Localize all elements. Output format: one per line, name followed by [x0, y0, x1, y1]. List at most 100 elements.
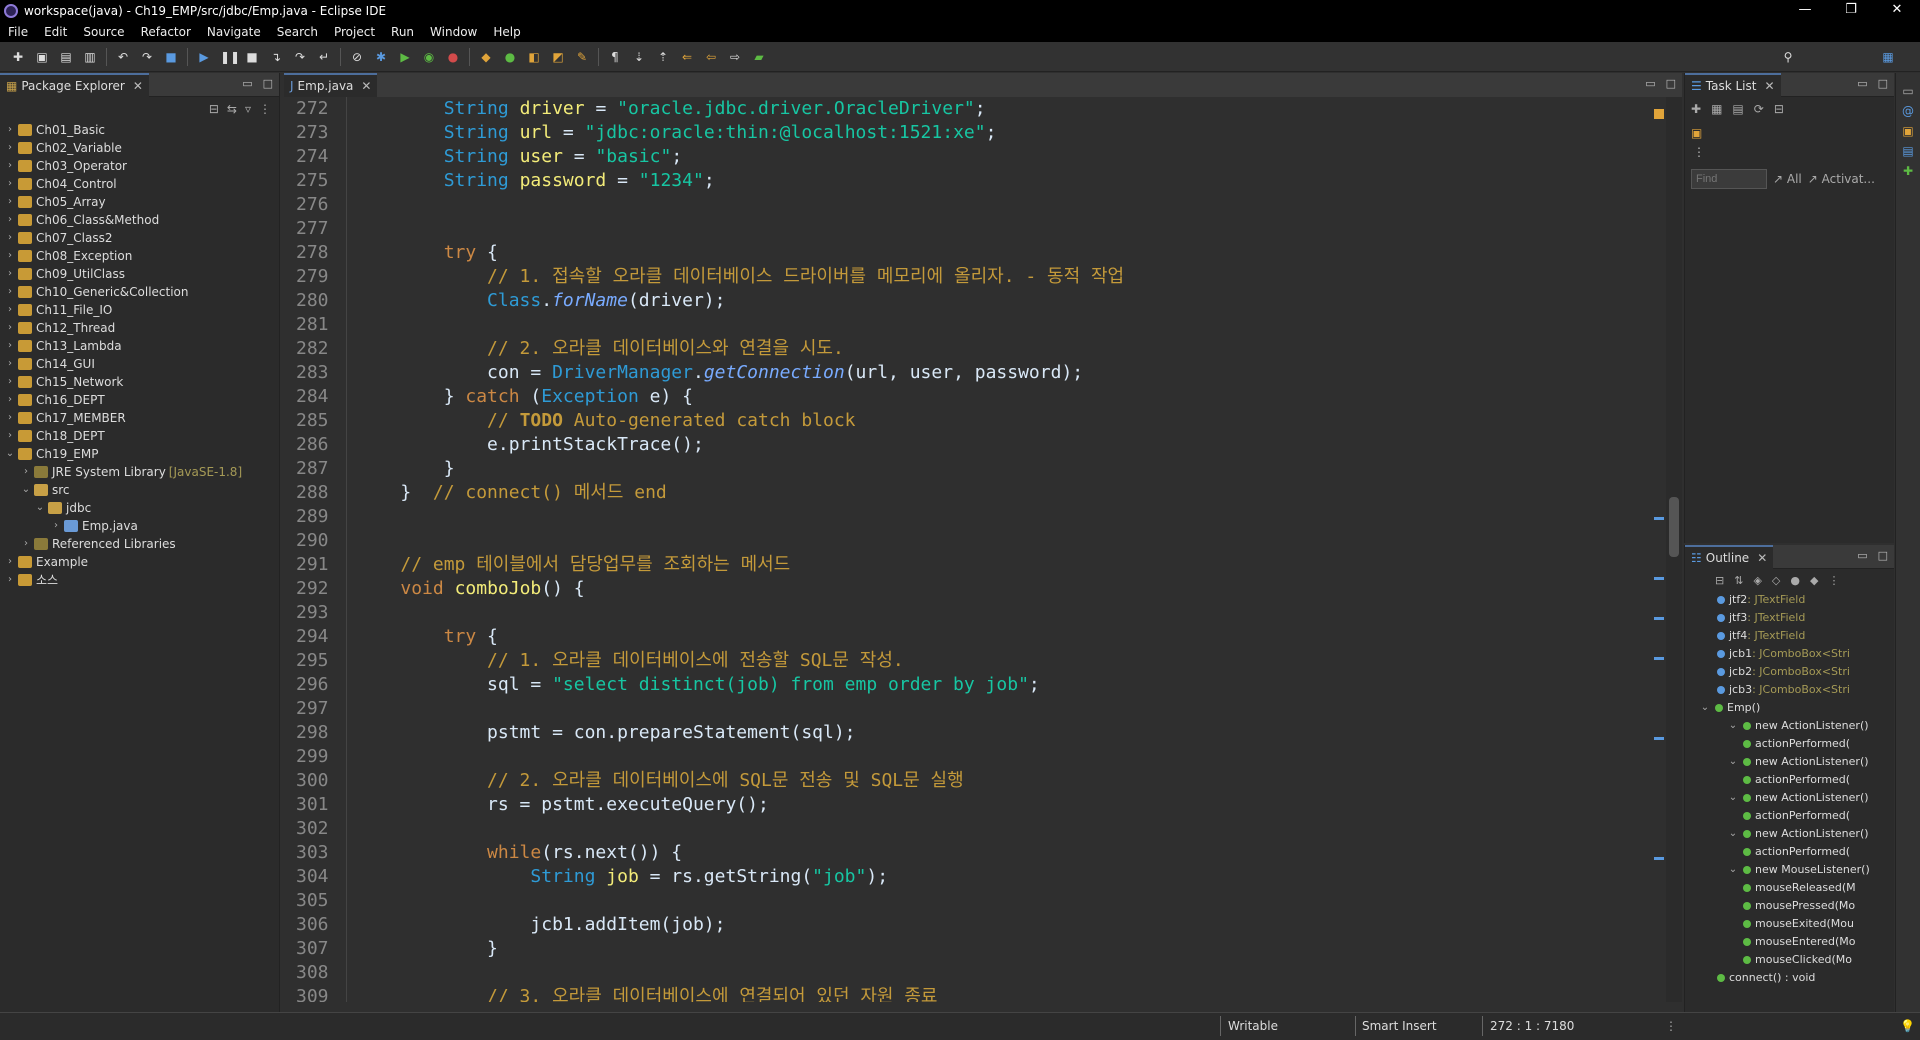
new-class-icon[interactable]: ● — [502, 49, 518, 65]
code-line[interactable]: 286 e.printStackTrace(); — [284, 433, 1654, 457]
run-icon[interactable]: ▶ — [397, 49, 413, 65]
chevron-right-icon[interactable]: › — [4, 373, 16, 391]
maximize-button[interactable]: ❐ — [1828, 0, 1874, 22]
back-icon[interactable]: ⇦ — [703, 49, 719, 65]
tree-item-project[interactable]: › Ch18_DEPT — [4, 427, 279, 445]
tree-item-project[interactable]: › Ch08_Exception — [4, 247, 279, 265]
code-line[interactable]: 298 pstmt = con.prepareStatement(sql); — [284, 721, 1654, 745]
code-text[interactable]: // 2. 오라클 데이터베이스에 SQL문 전송 및 SQL문 실행 — [347, 769, 964, 793]
tree-item-package[interactable]: ⌄ jdbc — [4, 499, 279, 517]
last-edit-icon[interactable]: ⇐ — [679, 49, 695, 65]
coverage-icon[interactable]: ◉ — [421, 49, 437, 65]
search-tool-icon[interactable]: ✎ — [574, 49, 590, 65]
close-icon[interactable]: ✕ — [1757, 551, 1767, 565]
outline-item[interactable]: connect() : void — [1689, 969, 1894, 987]
tree-item-project[interactable]: › Ch02_Variable — [4, 139, 279, 157]
tree-item-project[interactable]: › 소스 — [4, 571, 279, 589]
categorized-icon[interactable]: ▦ — [1711, 102, 1722, 116]
chevron-right-icon[interactable]: › — [50, 517, 62, 535]
chevron-right-icon[interactable]: › — [4, 247, 16, 265]
outline-item[interactable]: actionPerformed( — [1689, 735, 1894, 753]
code-line[interactable]: 307 } — [284, 937, 1654, 961]
chevron-right-icon[interactable]: › — [4, 193, 16, 211]
code-text[interactable]: Class.forName(driver); — [347, 289, 725, 313]
forward-icon[interactable]: ⇨ — [727, 49, 743, 65]
hide-static-icon[interactable]: ◇ — [1772, 574, 1780, 587]
restore-icon[interactable]: ▭ — [1896, 81, 1920, 101]
code-line[interactable]: 290 — [284, 529, 1654, 553]
code-text[interactable]: sql = "select distinct(job) from emp ord… — [347, 673, 1040, 697]
code-line[interactable]: 306 jcb1.addItem(job); — [284, 913, 1654, 937]
step-into-icon[interactable]: ↴ — [268, 49, 284, 65]
tree-item-project[interactable]: › Ch09_UtilClass — [4, 265, 279, 283]
code-line[interactable]: 285 // TODO Auto-generated catch block — [284, 409, 1654, 433]
code-text[interactable]: } — [347, 937, 498, 961]
tree-item-project[interactable]: › Ch01_Basic — [4, 121, 279, 139]
code-text[interactable]: } — [347, 457, 455, 481]
view-menu-icon[interactable]: ⋮ — [259, 102, 271, 116]
code-line[interactable]: 304 String job = rs.getString("job"); — [284, 865, 1654, 889]
tree-item-project[interactable]: › Ch05_Array — [4, 193, 279, 211]
open-icon[interactable]: ▣ — [34, 49, 50, 65]
vertical-scrollbar[interactable] — [1666, 97, 1682, 1002]
console-icon[interactable]: ▤ — [1896, 141, 1920, 161]
close-icon[interactable]: ✕ — [1764, 79, 1774, 93]
outline-item[interactable]: actionPerformed( — [1689, 771, 1894, 789]
menu-source[interactable]: Source — [75, 25, 132, 39]
tree-item-jre[interactable]: › JRE System Library [JavaSE-1.8] — [4, 463, 279, 481]
all-link[interactable]: ↗ All — [1773, 172, 1802, 186]
maximize-icon[interactable]: □ — [263, 77, 273, 90]
sort-icon[interactable]: ⇅ — [1734, 574, 1743, 587]
chevron-down-icon[interactable]: ⌄ — [1727, 717, 1739, 735]
sync-icon[interactable]: ⟳ — [1754, 102, 1764, 116]
code-line[interactable]: 305 — [284, 889, 1654, 913]
outline-item[interactable]: jtf2 : JTextField — [1689, 591, 1894, 609]
code-line[interactable]: 278 try { — [284, 241, 1654, 265]
occurrence-marker[interactable] — [1654, 737, 1664, 740]
next-annotation-icon[interactable]: ⇣ — [631, 49, 647, 65]
activate-link[interactable]: ↗ Activat... — [1808, 172, 1875, 186]
occurrence-marker[interactable] — [1654, 577, 1664, 580]
perspective-icon[interactable]: ▦ — [1880, 49, 1896, 65]
code-text[interactable]: while(rs.next()) { — [347, 841, 682, 865]
code-line[interactable]: 282 // 2. 오라클 데이터베이스와 연결을 시도. — [284, 337, 1654, 361]
code-line[interactable]: 272 String driver = "oracle.jdbc.driver.… — [284, 97, 1654, 121]
occurrence-marker[interactable] — [1654, 857, 1664, 860]
chevron-down-icon[interactable]: ⌄ — [1727, 789, 1739, 807]
chevron-down-icon[interactable]: ⌄ — [1727, 753, 1739, 771]
chevron-right-icon[interactable]: › — [4, 337, 16, 355]
code-text[interactable]: String user = "basic"; — [347, 145, 682, 169]
javadoc-icon[interactable]: @ — [1896, 101, 1920, 121]
outline-item[interactable]: ⌄ new ActionListener() — [1689, 789, 1894, 807]
tree-item-src[interactable]: ⌄ src — [4, 481, 279, 499]
save-icon[interactable]: ▤ — [58, 49, 74, 65]
outline-item[interactable]: jtf4 : JTextField — [1689, 627, 1894, 645]
tree-item-project[interactable]: › Ch07_Class2 — [4, 229, 279, 247]
outline-item[interactable]: jcb3 : JComboBox<Stri — [1689, 681, 1894, 699]
code-text[interactable]: void comboJob() { — [347, 577, 584, 601]
chevron-right-icon[interactable]: › — [4, 409, 16, 427]
outline-item[interactable]: comboJob() : void — [1689, 987, 1894, 991]
scroll-thumb[interactable] — [1669, 497, 1679, 557]
skip-breakpoints-icon[interactable]: ⊘ — [349, 49, 365, 65]
chevron-right-icon[interactable]: › — [20, 535, 32, 553]
code-line[interactable]: 274 String user = "basic"; — [284, 145, 1654, 169]
code-text[interactable]: String password = "1234"; — [347, 169, 715, 193]
terminal-icon[interactable]: ■ — [163, 49, 179, 65]
tab-task-list[interactable]: ☰ Task List ✕ — [1685, 72, 1781, 97]
code-text[interactable]: try { — [347, 241, 498, 265]
chevron-down-icon[interactable]: ⌄ — [34, 499, 46, 517]
tree-item-project[interactable]: › Ch03_Operator — [4, 157, 279, 175]
outline-item[interactable]: mouseClicked(Mo — [1689, 951, 1894, 969]
code-line[interactable]: 296 sql = "select distinct(job) from emp… — [284, 673, 1654, 697]
tree-item-project[interactable]: › Ch17_MEMBER — [4, 409, 279, 427]
chevron-down-icon[interactable]: ⌄ — [1727, 825, 1739, 843]
outline-item[interactable]: actionPerformed( — [1689, 807, 1894, 825]
outline-item[interactable]: ⌄ new ActionListener() — [1689, 825, 1894, 843]
chevron-right-icon[interactable]: › — [4, 571, 16, 589]
minimize-icon[interactable]: ▭ — [1645, 77, 1655, 90]
code-line[interactable]: 293 — [284, 601, 1654, 625]
tree-item-project[interactable]: › Ch15_Network — [4, 373, 279, 391]
maximize-icon[interactable]: □ — [1878, 77, 1888, 90]
code-line[interactable]: 291 // emp 테이블에서 담당업무를 조회하는 메서드 — [284, 553, 1654, 577]
